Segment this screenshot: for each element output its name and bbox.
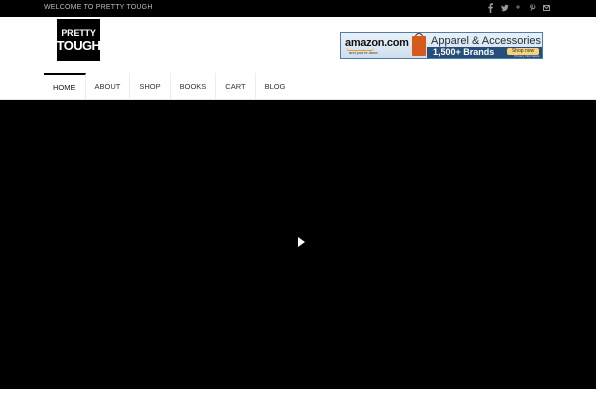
nav-item-blog[interactable]: BLOG bbox=[256, 73, 295, 100]
site-header: PRETTY TOUGH amazon.com and you're done.… bbox=[0, 17, 596, 100]
nav-item-cart[interactable]: CART bbox=[216, 73, 256, 100]
amazon-tagline: and you're done. bbox=[349, 50, 379, 55]
nav-item-about[interactable]: ABOUT bbox=[86, 73, 131, 100]
nav-item-home[interactable]: HOME bbox=[44, 73, 86, 100]
banner-brands-count: 1,500+ Brands bbox=[433, 47, 495, 57]
nav-item-shop[interactable]: SHOP bbox=[130, 73, 171, 100]
social-links bbox=[487, 3, 550, 13]
video-player[interactable] bbox=[0, 100, 596, 389]
privacy-info-link[interactable]: Privacy Information bbox=[514, 54, 540, 58]
banner-title: Apparel & Accessories bbox=[431, 35, 542, 47]
logo-line-2: TOUGH bbox=[56, 37, 101, 53]
nav-item-books[interactable]: BOOKS bbox=[171, 73, 217, 100]
page-edge bbox=[596, 0, 600, 400]
logo-line-1: PRETTY bbox=[61, 27, 96, 38]
pinterest-icon[interactable] bbox=[529, 3, 536, 13]
welcome-text: WELCOME TO PRETTY TOUGH bbox=[44, 4, 153, 11]
twitter-icon[interactable] bbox=[501, 3, 509, 13]
google-plus-icon[interactable] bbox=[515, 3, 522, 13]
top-bar: WELCOME TO PRETTY TOUGH bbox=[0, 0, 596, 17]
email-icon[interactable] bbox=[543, 3, 550, 13]
site-logo[interactable]: PRETTY TOUGH bbox=[56, 19, 101, 61]
main-nav: HOME ABOUT SHOP BOOKS CART BLOG bbox=[44, 73, 294, 100]
shopping-bag-icon bbox=[412, 36, 426, 56]
facebook-icon[interactable] bbox=[487, 3, 494, 13]
play-icon[interactable] bbox=[295, 235, 307, 249]
amazon-banner-ad[interactable]: amazon.com and you're done. Apparel & Ac… bbox=[340, 32, 543, 59]
